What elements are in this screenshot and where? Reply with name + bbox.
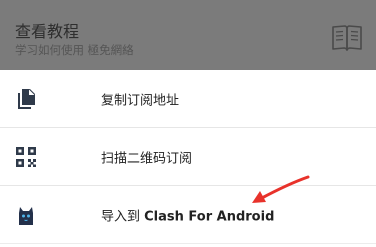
copy-icon <box>18 88 35 109</box>
header-title: 查看教程 <box>15 22 80 41</box>
qr-code-icon <box>16 146 36 167</box>
import-prefix: 导入到 <box>101 209 145 224</box>
import-clash-item[interactable]: 导入到 Clash For Android <box>0 186 376 244</box>
import-clash-label: 导入到 Clash For Android <box>101 205 274 224</box>
scan-qr-item[interactable]: 扫描二维码订阅 <box>0 128 376 186</box>
scan-qr-label: 扫描二维码订阅 <box>101 151 193 166</box>
book-icon <box>332 25 362 51</box>
copy-subscription-item[interactable]: 复制订阅地址 <box>0 70 376 128</box>
clash-app-name: Clash For Android <box>144 209 275 224</box>
subscription-menu: 复制订阅地址 扫描二维码订阅 导入到 Clash For Android <box>0 70 376 244</box>
tutorial-header[interactable]: 查看教程 学习如何使用 極免網絡 <box>0 0 376 70</box>
copy-subscription-label: 复制订阅地址 <box>101 93 180 108</box>
header-subtitle: 学习如何使用 極免網絡 <box>15 43 134 57</box>
cat-icon <box>19 206 33 225</box>
red-arrow-annotation <box>252 175 310 203</box>
